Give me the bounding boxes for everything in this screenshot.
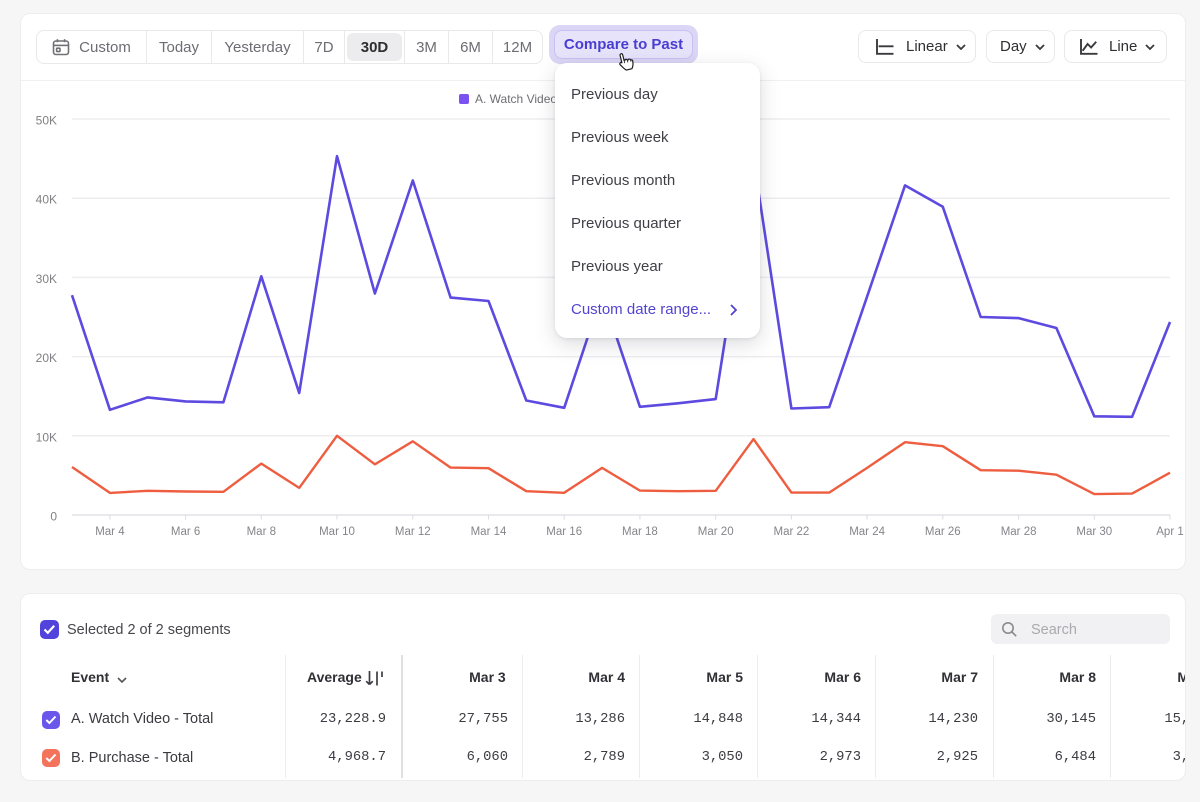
svg-text:Mar 14: Mar 14 [471,526,507,538]
svg-text:Mar 10: Mar 10 [319,526,355,538]
svg-text:Mar 16: Mar 16 [546,526,582,538]
svg-text:Mar 24: Mar 24 [849,526,885,538]
svg-text:Mar 18: Mar 18 [622,526,658,538]
svg-text:Mar 22: Mar 22 [774,526,810,538]
svg-text:Mar 30: Mar 30 [1076,526,1112,538]
svg-text:Apr 1: Apr 1 [1156,526,1184,538]
svg-text:0: 0 [50,510,57,524]
svg-text:20K: 20K [36,351,57,365]
svg-text:30K: 30K [36,272,57,286]
svg-text:Mar 20: Mar 20 [698,526,734,538]
svg-text:10K: 10K [36,430,57,444]
svg-text:40K: 40K [36,193,57,207]
svg-text:Mar 12: Mar 12 [395,526,431,538]
svg-text:Mar 4: Mar 4 [95,526,125,538]
svg-text:Mar 6: Mar 6 [171,526,200,538]
svg-text:Mar 8: Mar 8 [247,526,276,538]
svg-text:Mar 28: Mar 28 [1001,526,1037,538]
svg-text:50K: 50K [36,114,57,128]
svg-text:Mar 26: Mar 26 [925,526,961,538]
